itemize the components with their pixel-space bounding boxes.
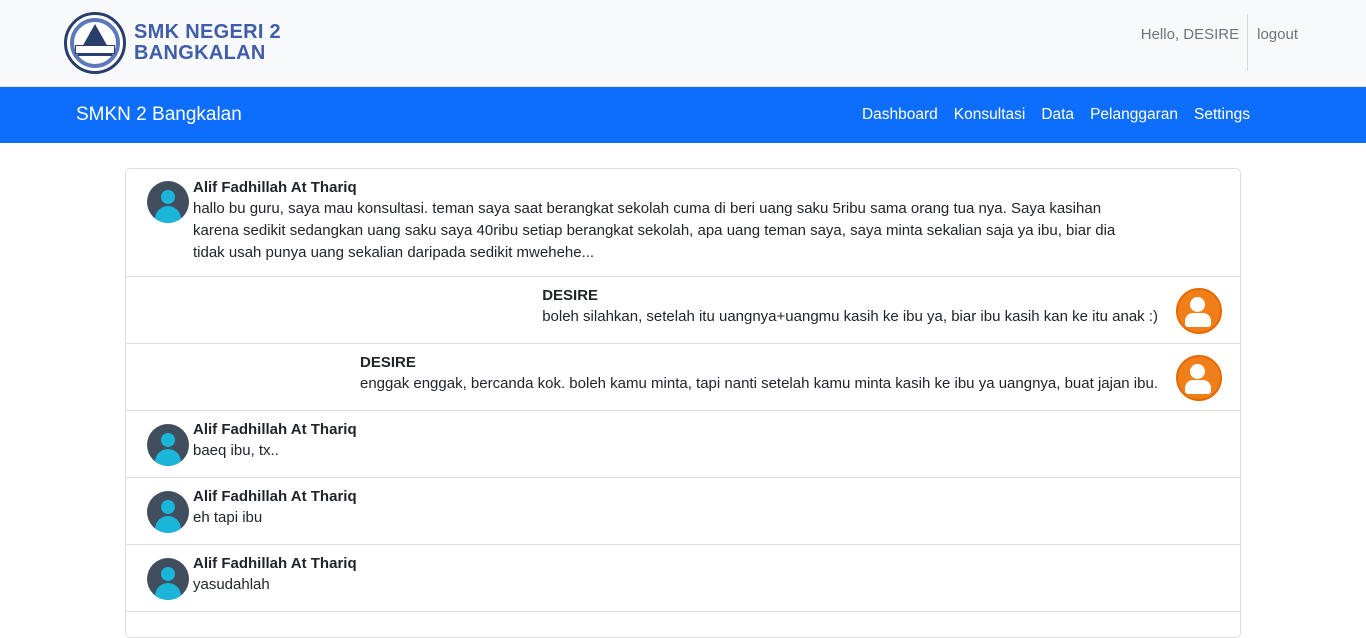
user-area: Hello, DESIRE logout: [1141, 14, 1298, 71]
chat-message: Alif Fadhillah At Thariq eh tapi ibu: [126, 478, 1240, 545]
message-sender: Alif Fadhillah At Thariq: [193, 421, 357, 438]
navbar-menu: Dashboard Konsultasi Data Pelanggaran Se…: [854, 106, 1258, 124]
main-navbar: SMKN 2 Bangkalan Dashboard Konsultasi Da…: [0, 87, 1366, 143]
teacher-avatar-icon: [1176, 288, 1222, 334]
school-name-line1: SMK NEGERI 2: [134, 21, 281, 43]
nav-settings[interactable]: Settings: [1186, 106, 1258, 124]
message-sender: Alif Fadhillah At Thariq: [193, 555, 357, 572]
nav-data[interactable]: Data: [1033, 106, 1082, 124]
message-text: boleh silahkan, setelah itu uangnya+uang…: [542, 308, 1158, 325]
chat-message: DESIRE enggak enggak, bercanda kok. bole…: [126, 344, 1240, 411]
chat-message: Alif Fadhillah At Thariq yasudahlah: [126, 545, 1240, 612]
teacher-avatar-icon: [1176, 355, 1222, 401]
message-sender: DESIRE: [359, 354, 416, 371]
message-text: baeq ibu, tx..: [193, 442, 279, 459]
student-avatar-icon: [147, 181, 189, 223]
message-text: enggak enggak, bercanda kok. boleh kamu …: [359, 375, 1158, 392]
message-sender: Alif Fadhillah At Thariq: [193, 179, 357, 196]
message-text: hallo bu guru, saya mau konsultasi. tema…: [193, 200, 1116, 261]
greeting: Hello, DESIRE: [1141, 14, 1249, 71]
logout-link[interactable]: logout: [1248, 14, 1298, 71]
chat-message: Alif Fadhillah At Thariq hallo bu guru, …: [126, 169, 1240, 277]
student-avatar-icon: [147, 558, 189, 600]
student-avatar-icon: [147, 491, 189, 533]
message-sender: Alif Fadhillah At Thariq: [193, 488, 357, 505]
school-name: SMK NEGERI 2 BANGKALAN: [134, 22, 281, 64]
top-header: SMK NEGERI 2 BANGKALAN Hello, DESIRE log…: [0, 0, 1366, 87]
message-text: eh tapi ibu: [193, 509, 263, 526]
chat-message: DESIRE boleh silahkan, setelah itu uangn…: [126, 277, 1240, 344]
nav-dashboard[interactable]: Dashboard: [854, 106, 946, 124]
chat-panel: Alif Fadhillah At Thariq hallo bu guru, …: [125, 168, 1241, 638]
message-text: yasudahlah: [193, 576, 270, 593]
school-logo: [64, 12, 126, 74]
navbar-brand[interactable]: SMKN 2 Bangkalan: [76, 104, 242, 126]
chat-message: Alif Fadhillah At Thariq baeq ibu, tx..: [126, 411, 1240, 478]
school-name-line2: BANGKALAN: [134, 42, 266, 64]
nav-konsultasi[interactable]: Konsultasi: [946, 106, 1034, 124]
student-avatar-icon: [147, 424, 189, 466]
nav-pelanggaran[interactable]: Pelanggaran: [1082, 106, 1186, 124]
message-sender: DESIRE: [542, 287, 599, 304]
